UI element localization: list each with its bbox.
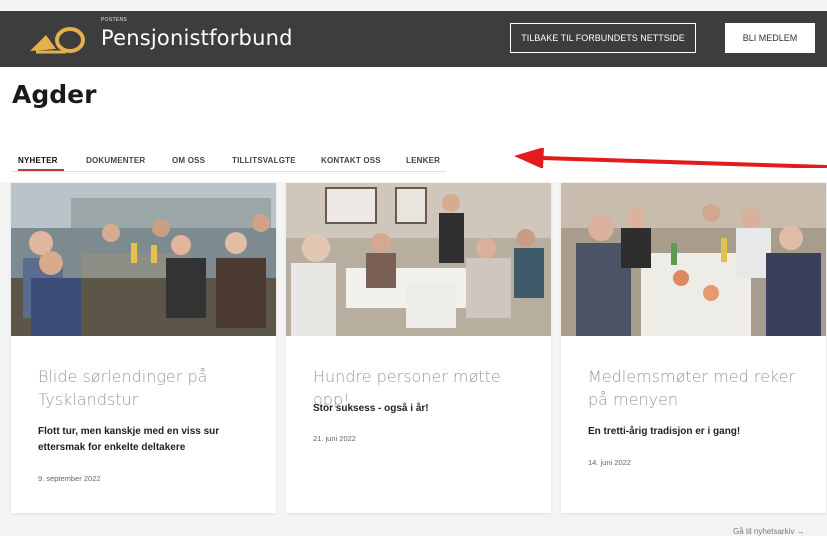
brand-small-label: POSTENS	[101, 17, 127, 23]
news-photo-tour-group[interactable]	[11, 183, 276, 336]
news-card[interactable]: Blide sørlendinger på Tysklandstur Flott…	[11, 183, 276, 513]
news-photo-meeting-hall[interactable]	[286, 183, 551, 336]
active-tab-indicator	[18, 169, 64, 171]
news-title[interactable]: Blide sørlendinger på Tysklandstur	[38, 365, 258, 411]
back-to-federation-button[interactable]: TILBAKE TIL FORBUNDETS NETTSIDE	[510, 23, 696, 53]
site-header: POSTENS Pensjonistforbund TILBAKE TIL FO…	[0, 11, 827, 67]
post-horn-logo-icon[interactable]	[26, 25, 92, 55]
news-subtitle: En tretti-årig tradisjon er i gang!	[588, 426, 741, 437]
tab-tillitsvalgte[interactable]: TILLITSVALGTE	[232, 156, 296, 165]
news-card[interactable]: Hundre personer møtte opp! Stor suksess …	[286, 183, 551, 513]
news-subtitle: Flott tur, men kanskje med en viss sur e…	[38, 426, 220, 453]
tab-dokumenter[interactable]: DOKUMENTER	[86, 156, 145, 165]
tab-nyheter[interactable]: NYHETER	[18, 156, 58, 165]
news-title[interactable]: Medlemsmøter med reker på menyen	[588, 365, 808, 411]
tab-om-oss[interactable]: OM OSS	[172, 156, 205, 165]
red-arrow-icon	[514, 148, 827, 168]
news-photo-shrimp-dinner[interactable]	[561, 183, 826, 336]
section-tabs: NYHETER DOKUMENTER OM OSS TILLITSVALGTE …	[12, 150, 446, 172]
news-card[interactable]: Medlemsmøter med reker på menyen En tret…	[561, 183, 826, 513]
page-title: Agder	[12, 80, 97, 109]
news-date: 21. juni 2022	[313, 434, 356, 443]
news-subtitle: Stor suksess - også i år!	[313, 403, 429, 414]
news-date: 9. september 2022	[38, 474, 101, 483]
become-member-button[interactable]: BLI MEDLEM	[725, 23, 815, 53]
tab-lenker[interactable]: LENKER	[406, 156, 440, 165]
brand-name[interactable]: Pensjonistforbund	[101, 26, 293, 50]
news-date: 14. juni 2022	[588, 458, 631, 467]
tab-kontakt-oss[interactable]: KONTAKT OSS	[321, 156, 381, 165]
